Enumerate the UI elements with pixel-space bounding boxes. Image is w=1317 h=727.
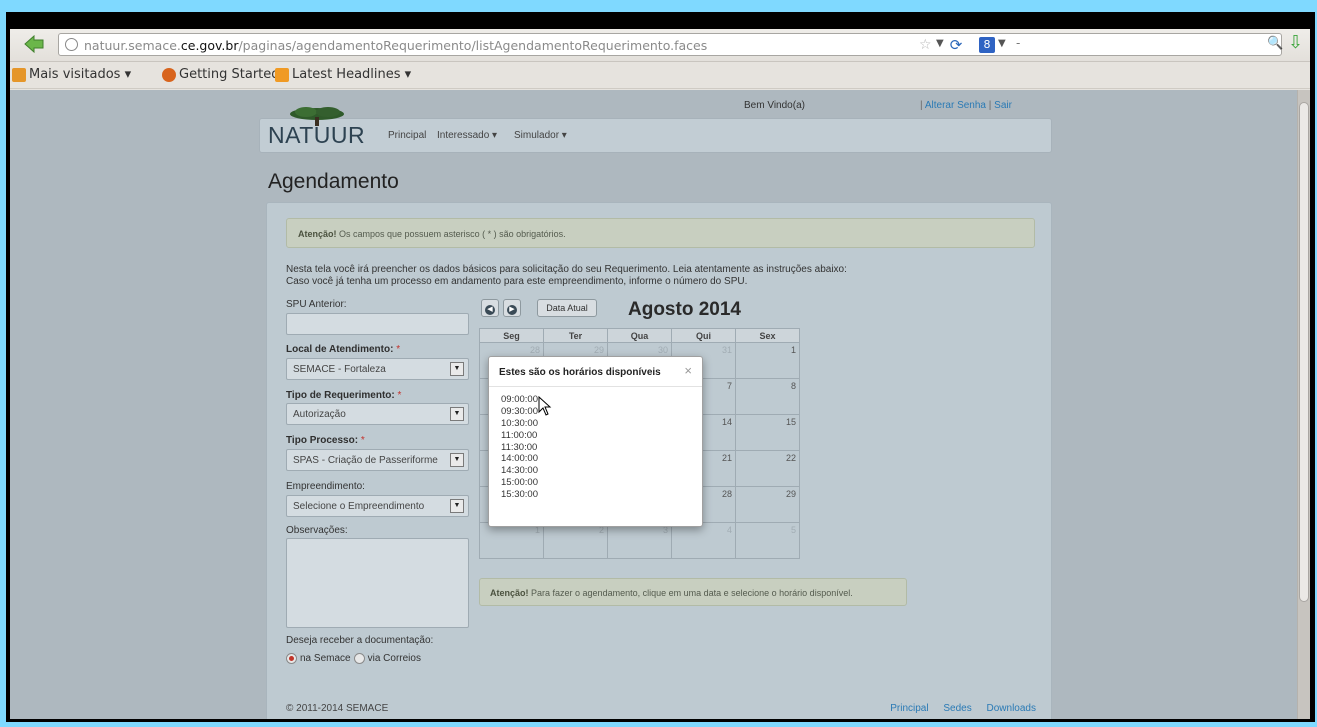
copyright-text: © 2011-2014 SEMACE	[286, 703, 389, 714]
folder-icon	[12, 67, 26, 82]
bookmarks-toolbar: Mais visitados ▾ Getting Started Latest …	[10, 62, 1310, 89]
weekday-header: Qui	[671, 328, 736, 343]
weekday-header: Sex	[735, 328, 800, 343]
chevron-left-icon: ◀	[485, 305, 495, 315]
user-links: | Alterar Senha | Sair	[920, 100, 1012, 111]
next-month-button[interactable]: ▶	[503, 299, 521, 317]
mouse-cursor-icon	[538, 396, 552, 416]
empreendimento-select[interactable]: Selecione o Empreendimento ▼	[286, 495, 469, 517]
chevron-right-icon: ▶	[507, 305, 517, 315]
radio-via-correios[interactable]	[353, 653, 365, 664]
available-times-dialog: Estes são os horários disponíveis × 09:0…	[488, 356, 703, 527]
bookmark-mais-visitados[interactable]: Mais visitados ▾	[12, 67, 131, 82]
time-slot[interactable]: 11:30:00	[501, 442, 538, 454]
back-arrow-icon[interactable]	[23, 33, 45, 55]
calendar-title: Agosto 2014	[628, 299, 741, 320]
tipo-requerimento-label: Tipo de Requerimento: *	[286, 390, 402, 401]
url-text[interactable]: natuur.semace.ce.gov.br/paginas/agendame…	[84, 38, 707, 53]
tipo-requerimento-select[interactable]: Autorização ▼	[286, 403, 469, 425]
spu-label: SPU Anterior:	[286, 299, 347, 310]
documentation-radio-group: na Semace via Correios	[286, 653, 421, 664]
footer-link-principal[interactable]: Principal	[890, 703, 928, 714]
time-slot[interactable]: 14:00:00	[501, 453, 538, 465]
magnifier-icon[interactable]: 🔍	[1267, 36, 1283, 51]
nav-principal[interactable]: Principal	[388, 130, 426, 141]
today-button[interactable]: Data Atual	[537, 299, 597, 317]
rss-icon	[275, 67, 289, 82]
bookmark-latest-headlines[interactable]: Latest Headlines ▾	[275, 67, 411, 82]
footer-link-sedes[interactable]: Sedes	[943, 703, 971, 714]
nav-simulador[interactable]: Simulador ▾	[514, 130, 567, 141]
bookmark-star-icon[interactable]: ☆	[919, 37, 932, 53]
globe-icon	[65, 38, 78, 51]
documentation-label: Deseja receber a documentação:	[286, 635, 434, 646]
tipo-processo-select[interactable]: SPAS - Criação de Passeriforme ▼	[286, 449, 469, 471]
weekday-header: Ter	[543, 328, 608, 343]
dialog-title: Estes são os horários disponíveis	[499, 367, 661, 378]
calendar-day[interactable]: 5	[735, 522, 800, 559]
calendar-day[interactable]: 1	[735, 342, 800, 379]
required-fields-alert: Atenção! Os campos que possuem asterisco…	[286, 218, 1035, 248]
time-slot[interactable]: 15:30:00	[501, 489, 538, 501]
time-slot[interactable]: 09:00:00	[501, 394, 538, 406]
close-icon[interactable]: ×	[684, 363, 692, 378]
spu-input[interactable]	[286, 313, 469, 335]
dropdown-arrow-icon: ▼	[450, 362, 464, 376]
calendar-day[interactable]: 22	[735, 450, 800, 487]
dropdown-arrow-icon: ▼	[450, 453, 464, 467]
intro-text: Nesta tela você irá preencher os dados b…	[286, 264, 847, 287]
calendar-day[interactable]: 15	[735, 414, 800, 451]
search-engine-icon[interactable]: 8	[979, 37, 995, 53]
calendar-day[interactable]: 29	[735, 486, 800, 523]
weekday-header: Seg	[479, 328, 544, 343]
footer-links: Principal Sedes Downloads	[878, 703, 1036, 714]
schedule-alert: Atenção! Para fazer o agendamento, cliqu…	[479, 578, 907, 606]
calendar-day[interactable]: 8	[735, 378, 800, 415]
footer: © 2011-2014 SEMACE Principal Sedes Downl…	[266, 702, 1052, 719]
scrollbar-thumb[interactable]	[1299, 102, 1309, 602]
calendar-day[interactable]: 4	[671, 522, 736, 559]
page-title: Agendamento	[268, 170, 399, 193]
dialog-header: Estes são os horários disponíveis ×	[489, 357, 702, 387]
observacoes-textarea[interactable]	[286, 538, 469, 628]
calendar-day[interactable]: 3	[607, 522, 672, 559]
time-slot[interactable]: 09:30:00	[501, 406, 538, 418]
welcome-text: Bem Vindo(a)	[744, 100, 805, 111]
local-label: Local de Atendimento: *	[286, 344, 401, 355]
search-engine-dropdown-icon[interactable]: ▼	[998, 38, 1006, 49]
navigation-toolbar: natuur.semace.ce.gov.br/paginas/agendame…	[10, 29, 1310, 62]
time-slot-list: 09:00:00 09:30:00 10:30:00 11:00:00 11:3…	[501, 394, 538, 501]
search-input[interactable]: -	[1016, 36, 1020, 50]
footer-link-downloads[interactable]: Downloads	[987, 703, 1036, 714]
weekday-header: Qua	[607, 328, 672, 343]
vertical-scrollbar[interactable]	[1297, 90, 1310, 719]
calendar-day[interactable]: 2	[543, 522, 608, 559]
bookmark-getting-started[interactable]: Getting Started	[162, 67, 280, 82]
radio-na-semace[interactable]	[286, 653, 297, 664]
prev-month-button[interactable]: ◀	[481, 299, 499, 317]
nav-interessado[interactable]: Interessado ▾	[437, 130, 497, 141]
download-icon[interactable]: ⇩	[1288, 32, 1303, 53]
observacoes-label: Observações:	[286, 525, 348, 536]
tipo-processo-label: Tipo Processo: *	[286, 435, 365, 446]
firefox-icon	[162, 67, 176, 82]
top-navbar: NATUUR Principal Interessado ▾ Simulador…	[259, 107, 1052, 153]
reload-icon[interactable]: ⟳	[947, 36, 965, 54]
time-slot[interactable]: 14:30:00	[501, 465, 538, 477]
address-bar[interactable]: natuur.semace.ce.gov.br/paginas/agendame…	[58, 33, 1283, 56]
local-select[interactable]: SEMACE - Fortaleza ▼	[286, 358, 469, 380]
calendar-day[interactable]: 1	[479, 522, 544, 559]
time-slot[interactable]: 15:00:00	[501, 477, 538, 489]
time-slot[interactable]: 11:00:00	[501, 430, 538, 442]
logout-link[interactable]: Sair	[994, 100, 1012, 111]
empreendimento-label: Empreendimento:	[286, 481, 365, 492]
change-password-link[interactable]: Alterar Senha	[925, 100, 986, 111]
dropdown-arrow-icon: ▼	[450, 407, 464, 421]
dropdown-arrow-icon: ▼	[450, 499, 464, 513]
url-dropdown-icon[interactable]: ▼	[936, 38, 944, 49]
time-slot[interactable]: 10:30:00	[501, 418, 538, 430]
site-logo[interactable]: NATUUR	[268, 122, 365, 149]
